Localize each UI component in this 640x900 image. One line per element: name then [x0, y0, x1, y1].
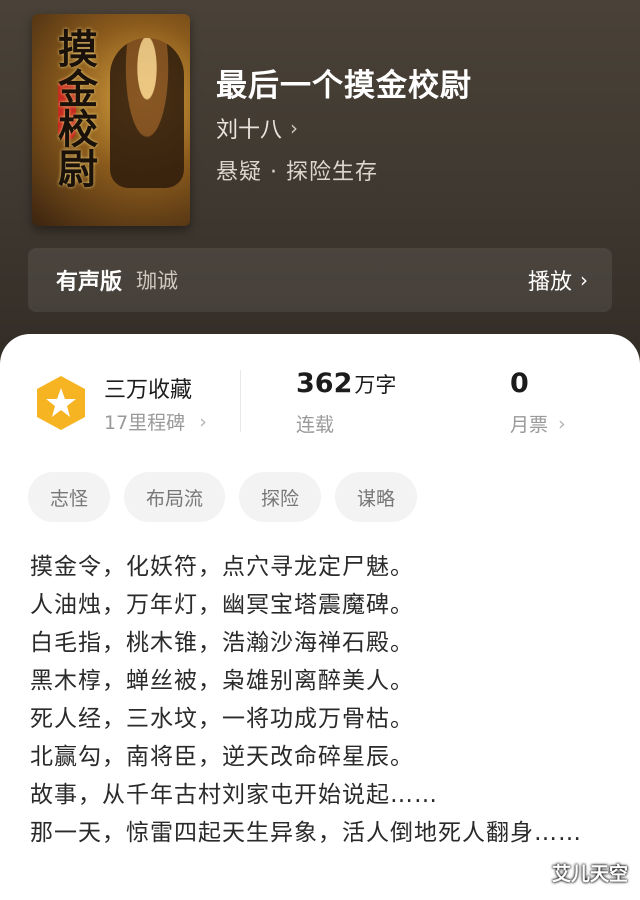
- description-line: 故事，从千年古村刘家屯开始说起……: [30, 782, 438, 808]
- description-line: 死人经，三水坟，一将功成万骨枯。: [30, 706, 414, 732]
- watermark: 艾儿天空: [551, 863, 628, 885]
- description-line: 那一天，惊雷四起天生异象，活人倒地死人翻身……: [30, 820, 582, 846]
- play-label: 播放: [527, 270, 572, 295]
- chevron-right-icon: ›: [558, 412, 566, 435]
- description-line: 白毛指，桃木锥，浩瀚沙海禅石殿。: [30, 630, 414, 656]
- book-title: 最后一个摸金校尉: [216, 68, 472, 104]
- description-line: 摸金令，化妖符，点穴寻龙定尸魅。: [30, 554, 414, 580]
- star-badge-icon: [32, 374, 90, 432]
- author-link[interactable]: 刘十八 ›: [216, 112, 298, 144]
- chevron-right-icon: ›: [580, 268, 588, 292]
- cover-title: 摸金校尉: [51, 28, 98, 188]
- audio-version-bar[interactable]: 有声版 珈诚 播放 ›: [28, 248, 612, 312]
- tag-chip[interactable]: 谋略: [335, 472, 418, 522]
- word-count-unit: 万字: [354, 373, 397, 397]
- description-line: 北赢勾，南将臣，逆天改命碎星辰。: [30, 744, 414, 770]
- description-line: 黑木椁，蝉丝被，枭雄别离醉美人。: [30, 668, 414, 694]
- genre-line: 悬疑 · 探险生存: [216, 160, 378, 185]
- monthly-votes-count: 0: [510, 368, 529, 399]
- serial-status: 连载: [296, 414, 335, 436]
- chevron-right-icon: ›: [290, 116, 299, 140]
- book-header: 摸金校尉 最后一个摸金校尉 刘十八 › 悬疑 · 探险生存 有声版 珈诚 播放 …: [0, 0, 640, 360]
- cover-illustration: [110, 38, 184, 188]
- stats-divider: [240, 370, 241, 432]
- collection-title: 三万收藏: [104, 378, 193, 403]
- audio-label: 有声版: [56, 270, 123, 295]
- milestones-label: 17里程碑: [104, 412, 186, 434]
- word-count: 362万字: [296, 368, 396, 399]
- author-name: 刘十八: [216, 118, 283, 143]
- chevron-right-icon: ›: [199, 410, 207, 433]
- book-description: 摸金令，化妖符，点穴寻龙定尸魅。 人油烛，万年灯，幽冥宝塔震魔碑。 白毛指，桃木…: [30, 548, 590, 852]
- tag-chip[interactable]: 志怪: [28, 472, 111, 522]
- monthly-votes-label: 月票: [510, 414, 549, 436]
- tag-chip[interactable]: 布局流: [124, 472, 226, 522]
- play-button[interactable]: 播放 ›: [528, 264, 588, 296]
- word-count-value: 362: [296, 368, 353, 399]
- tag-chip[interactable]: 探险: [239, 472, 322, 522]
- book-info-sheet: 三万收藏 17里程碑 › 362万字 连载 0 月票 › 志怪 布局流 探险 谋…: [0, 334, 640, 900]
- tag-list: 志怪 布局流 探险 谋略: [28, 472, 418, 522]
- monthly-votes-link[interactable]: 月票 ›: [510, 410, 566, 437]
- book-cover[interactable]: 摸金校尉: [32, 14, 190, 226]
- milestones-link[interactable]: 17里程碑 ›: [104, 408, 207, 435]
- description-line: 人油烛，万年灯，幽冥宝塔震魔碑。: [30, 592, 414, 618]
- audio-narrator: 珈诚: [136, 269, 179, 293]
